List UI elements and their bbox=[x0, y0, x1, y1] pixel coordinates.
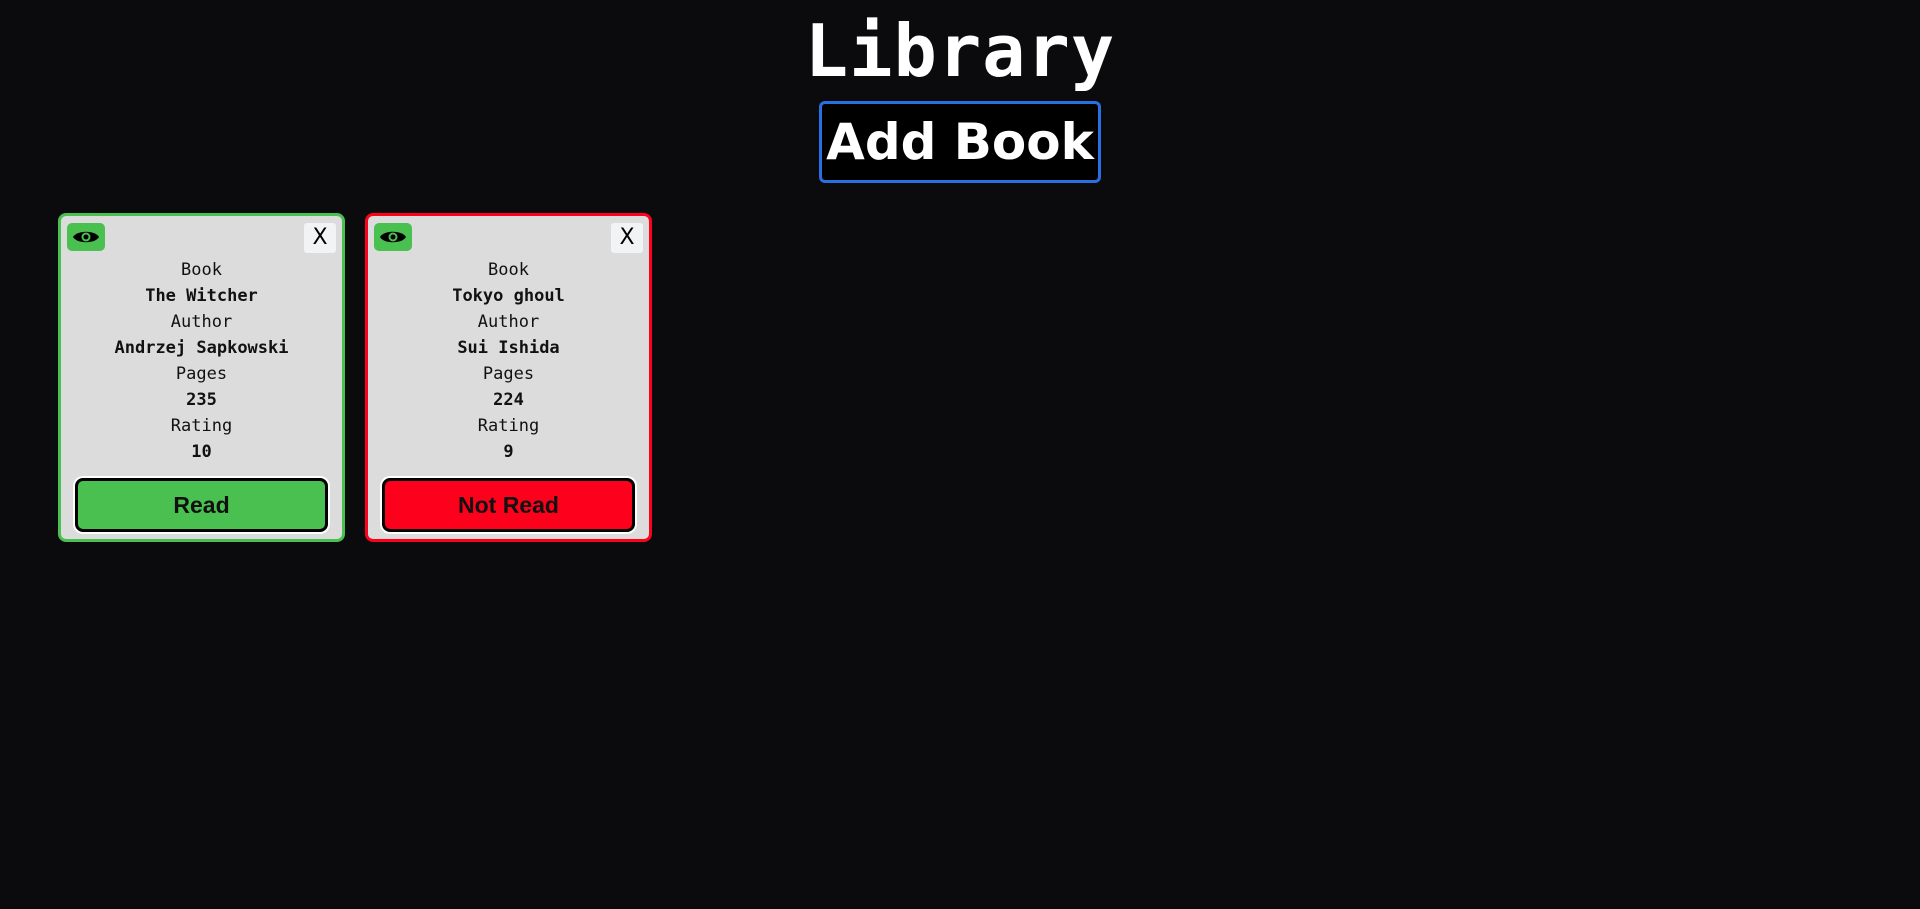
book-details: Book Tokyo ghoul Author Sui Ishida Pages… bbox=[368, 257, 649, 465]
book-details: Book The Witcher Author Andrzej Sapkowsk… bbox=[61, 257, 342, 465]
book-label: Book bbox=[181, 260, 222, 280]
book-author: Sui Ishida bbox=[457, 338, 560, 358]
remove-book-button[interactable]: X bbox=[611, 223, 643, 253]
rating-label: Rating bbox=[477, 416, 540, 436]
book-title: Tokyo ghoul bbox=[452, 286, 565, 306]
author-label: Author bbox=[170, 312, 233, 332]
add-book-button[interactable]: Add Book bbox=[819, 101, 1101, 183]
book-title: The Witcher bbox=[145, 286, 258, 306]
book-card: X Book The Witcher Author Andrzej Sapkow… bbox=[58, 213, 345, 542]
rating-label: Rating bbox=[170, 416, 233, 436]
page-title: Library bbox=[804, 9, 1116, 93]
book-label: Book bbox=[488, 260, 529, 280]
read-status-toggle[interactable]: Not Read bbox=[382, 478, 635, 532]
eye-icon bbox=[380, 231, 406, 243]
book-author: Andrzej Sapkowski bbox=[114, 338, 289, 358]
view-book-button[interactable] bbox=[374, 223, 412, 251]
pages-label: Pages bbox=[175, 364, 228, 384]
remove-book-button[interactable]: X bbox=[304, 223, 336, 253]
author-label: Author bbox=[477, 312, 540, 332]
read-status-toggle[interactable]: Read bbox=[75, 478, 328, 532]
view-book-button[interactable] bbox=[67, 223, 105, 251]
book-rating: 9 bbox=[503, 442, 514, 462]
eye-icon bbox=[73, 231, 99, 243]
book-rating: 10 bbox=[191, 442, 212, 462]
book-pages: 224 bbox=[493, 390, 524, 410]
book-card: X Book Tokyo ghoul Author Sui Ishida Pag… bbox=[365, 213, 652, 542]
pages-label: Pages bbox=[482, 364, 535, 384]
book-pages: 235 bbox=[186, 390, 217, 410]
